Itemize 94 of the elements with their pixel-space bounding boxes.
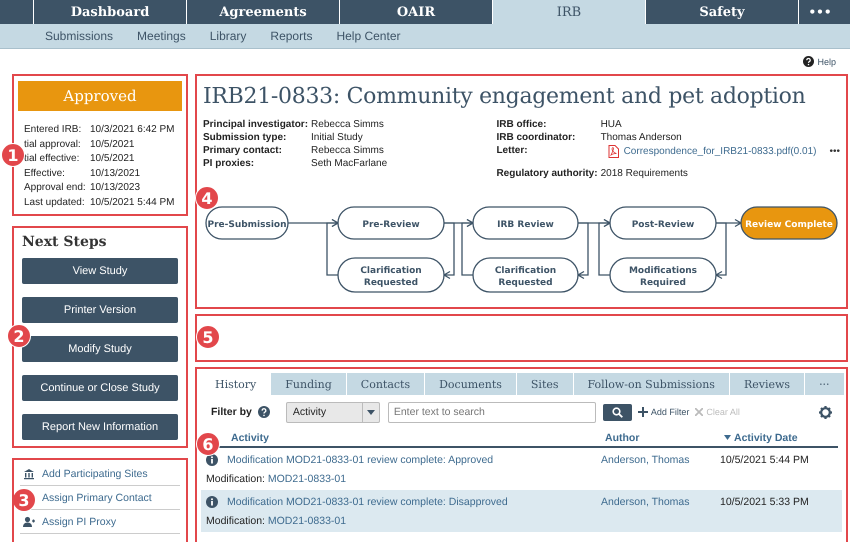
nav-tab[interactable]: IRB — [492, 0, 645, 24]
field-value: 10/5/2021 5:44 PM — [90, 196, 176, 208]
workflow-step: Modifications Required — [609, 257, 717, 293]
callout-badge: 2 — [7, 324, 31, 348]
modification-link[interactable]: MOD21-0833-01 — [268, 473, 346, 485]
subnav-link[interactable]: Reports — [258, 29, 324, 43]
subnav-link[interactable]: Meetings — [125, 29, 198, 43]
field-value: HUA — [600, 119, 623, 130]
info-icon — [206, 454, 218, 466]
field-label: IRB coordinator: — [496, 132, 576, 143]
action-link[interactable]: Assign PI Proxy — [42, 516, 116, 528]
help-icon — [803, 56, 814, 67]
column-header[interactable]: Activity Date — [724, 432, 838, 444]
workflow-step: IRB Review — [472, 206, 579, 240]
field-value: 2018 Requirements — [600, 168, 689, 179]
add-filter-button[interactable]: Add Filter — [638, 407, 690, 417]
field-label: Entered IRB: — [24, 124, 82, 135]
field-value: Seth MacFarlane — [311, 158, 388, 169]
subnav-link[interactable]: Help Center — [324, 29, 412, 43]
filter-label: Filter by — [211, 406, 252, 418]
callout-badge: 5 — [196, 325, 220, 349]
subnav-link[interactable]: Submissions — [33, 29, 126, 43]
workflow-step: Pre-Submission — [205, 206, 289, 240]
author-link[interactable]: Anderson, Thomas — [601, 496, 690, 508]
field-label: Principal investigator: — [203, 119, 308, 130]
search-icon — [612, 406, 623, 418]
field-value: Initial Study — [311, 132, 364, 143]
sort-down-icon — [724, 435, 731, 440]
action-button[interactable]: Continue or Close Study — [22, 375, 178, 401]
field-label: tial effective: — [24, 153, 80, 164]
more-button[interactable]: ••• — [829, 146, 840, 157]
settings-icon[interactable] — [819, 406, 832, 418]
filter-dropdown[interactable]: Activity — [286, 402, 380, 422]
file-link[interactable]: Correspondence_for_IRB21-0833.pdf(0.01) — [624, 146, 816, 157]
subnav-link[interactable]: Library — [198, 29, 258, 43]
field-value: 10/5/2021 — [90, 138, 136, 150]
field-label: Regulatory authority: — [496, 168, 598, 179]
status-banner: Approved — [18, 81, 182, 111]
author-link[interactable]: Anderson, Thomas — [601, 454, 690, 466]
field-label: Letter: — [496, 145, 529, 158]
workflow-step: Pre-Review — [337, 206, 445, 240]
activity-link[interactable]: Modification MOD21-0833-01 review complete: Disapproved — [227, 496, 508, 508]
field-value: 10/13/2023 — [90, 182, 142, 193]
action-link[interactable]: Add Participating Sites — [42, 468, 148, 480]
column-header[interactable]: Activity — [231, 432, 605, 444]
field-value: 10/5/2021 — [90, 153, 136, 164]
search-field[interactable]: Enter text to search — [388, 402, 596, 422]
activity-link[interactable]: Modification MOD21-0833-01 review complete: Approved — [227, 454, 494, 466]
action-button[interactable]: Printer Version — [22, 297, 178, 323]
field-label: tial approval: — [24, 138, 82, 150]
field-label: PI proxies: — [203, 158, 256, 169]
action-button[interactable]: View Study — [22, 258, 178, 284]
field-value: Thomas Anderson — [600, 132, 683, 143]
field-value: 10/3/2021 6:42 PM — [90, 124, 176, 135]
modification-link[interactable]: MOD21-0833-01 — [268, 515, 346, 527]
person-plus-icon — [23, 516, 35, 528]
search-button[interactable] — [602, 404, 632, 420]
building-icon — [23, 468, 35, 480]
study-title: IRB21-0833: Community engagement and pet adoption — [203, 84, 806, 109]
field-label: Approval end: — [24, 182, 87, 193]
detail-label: Modification: — [206, 515, 265, 527]
plus-icon — [638, 407, 648, 417]
help-link[interactable]: Help — [803, 56, 836, 67]
pdf-file-icon — [608, 145, 619, 158]
field-label: Effective: — [24, 168, 66, 178]
info-icon — [206, 496, 218, 508]
callout-badge: 3 — [14, 488, 36, 512]
close-icon — [695, 408, 704, 416]
date-text: 10/5/2021 5:44 PM — [720, 454, 810, 466]
workflow-step: Clarification Requested — [472, 257, 579, 293]
field-value: Rebecca Simms — [311, 145, 385, 156]
tab[interactable]: History — [201, 373, 272, 395]
workflow-step: Clarification Requested — [337, 257, 445, 293]
callout-badge: 1 — [1, 143, 25, 167]
field-label: Last updated: — [24, 196, 86, 208]
workflow-step: Post-Review — [609, 206, 717, 240]
caret-down-icon — [366, 410, 375, 414]
action-button[interactable]: Modify Study — [22, 336, 178, 362]
detail-label: Modification: — [206, 473, 265, 485]
field-value: Rebecca Simms — [311, 119, 385, 130]
field-value: 10/13/2021 — [90, 168, 142, 178]
action-button[interactable]: Report New Information — [22, 414, 178, 440]
workflow-step: Review Complete — [740, 206, 838, 240]
help-icon — [258, 406, 270, 418]
column-header[interactable]: Author — [605, 432, 724, 444]
callout-badge: 6 — [196, 432, 220, 456]
table-row[interactable]: Modification MOD21-0833-01 review complete: Disapproved Anderson, Thomas 10/5/2021 5:33 PM Modification: MOD21-0833-01 — [201, 490, 842, 532]
date-text: 10/5/2021 5:33 PM — [720, 496, 810, 508]
callout-badge: 4 — [195, 186, 219, 210]
field-label: Submission type: — [203, 132, 288, 143]
field-label: Primary contact: — [203, 145, 283, 156]
field-label: IRB office: — [496, 119, 548, 130]
action-link[interactable]: Assign Primary Contact — [42, 492, 152, 504]
section-title: Next Steps — [22, 234, 108, 250]
